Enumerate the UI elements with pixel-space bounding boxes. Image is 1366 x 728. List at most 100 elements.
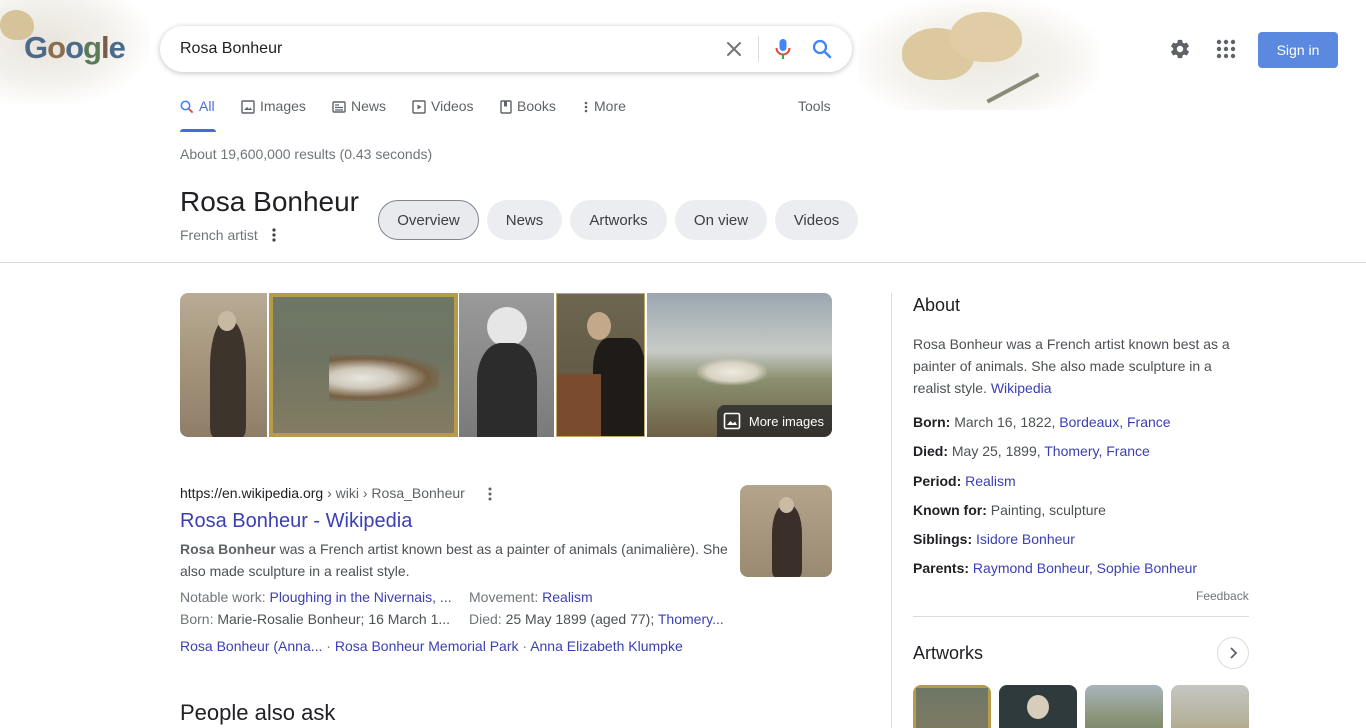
tab-books[interactable]: Books <box>500 98 556 132</box>
fact-parents: Parents: Raymond Bonheur, Sophie Bonheur <box>913 560 1197 576</box>
artworks-heading: Artworks <box>913 643 984 663</box>
artwork-thumbnail[interactable] <box>999 685 1077 728</box>
more-images-button[interactable]: More images <box>716 405 832 437</box>
more-vertical-icon <box>584 101 588 113</box>
fact-value: Painting, sculpture <box>986 502 1106 518</box>
tab-images[interactable]: Images <box>241 98 306 132</box>
fact-label: Died: <box>469 611 506 627</box>
portrait-face <box>1027 695 1049 719</box>
about-heading: About <box>913 295 961 315</box>
portrait-hair <box>487 307 527 347</box>
sign-in-button[interactable]: Sign in <box>1258 32 1338 68</box>
pencil-illustration <box>986 72 1040 104</box>
image-thumbnail[interactable] <box>459 293 554 437</box>
search-icon[interactable] <box>810 37 834 61</box>
chip-artworks[interactable]: Artworks <box>570 200 667 240</box>
fact-label: Siblings: <box>913 531 973 547</box>
wikipedia-link[interactable]: Wikipedia <box>991 380 1052 396</box>
separator: · <box>322 638 335 654</box>
apps-grid-icon[interactable] <box>1214 37 1238 61</box>
fact-label: Parents: <box>913 560 970 576</box>
died-place-link[interactable]: Thomery... <box>658 611 724 627</box>
tools-button[interactable]: Tools <box>798 98 831 132</box>
result-stats: About 19,600,000 results (0.43 seconds) <box>180 146 433 162</box>
parent-link[interactable]: Sophie Bonheur <box>1097 560 1197 576</box>
close-icon[interactable] <box>722 37 746 61</box>
entity-title: Rosa Bonheur <box>180 186 360 217</box>
settings-gear-icon[interactable] <box>1168 37 1192 61</box>
sitelinks: Rosa Bonheur (Anna... · Rosa Bonheur Mem… <box>180 638 683 654</box>
fact-movement: Movement: Realism <box>469 589 593 605</box>
fact-died: Died: May 25, 1899, Thomery, France <box>913 443 1150 459</box>
tab-label: Images <box>260 98 306 114</box>
artwork-thumbnail[interactable] <box>1171 685 1249 728</box>
separator: · <box>518 638 531 654</box>
fact-notable-work: Notable work: Ploughing in the Nivernais… <box>180 589 458 605</box>
more-options-icon[interactable] <box>482 485 498 503</box>
image-icon <box>241 100 255 114</box>
google-doodle-logo[interactable]: Google <box>24 30 126 66</box>
more-images-label: More images <box>748 413 824 429</box>
sitelink[interactable]: Rosa Bonheur Memorial Park <box>335 638 519 654</box>
image-thumbnail[interactable] <box>269 293 458 437</box>
microphone-icon[interactable] <box>771 37 795 61</box>
notable-work-link[interactable]: Ploughing in the Nivernais, ... <box>269 589 451 605</box>
fact-label: Born: <box>913 414 951 430</box>
chip-overview[interactable]: Overview <box>378 200 479 240</box>
more-options-icon[interactable] <box>266 226 282 244</box>
horses-detail <box>329 355 439 401</box>
tab-all[interactable]: All <box>180 98 216 132</box>
period-link[interactable]: Realism <box>965 473 1016 489</box>
chip-on-view[interactable]: On view <box>675 200 767 240</box>
fact-born: Born: March 16, 1822, Bordeaux, France <box>913 414 1171 430</box>
search-icon <box>180 100 194 114</box>
deathplace-link[interactable]: Thomery, France <box>1044 443 1150 459</box>
result-url[interactable]: https://en.wikipedia.org › wiki › Rosa_B… <box>180 485 465 501</box>
artwork-thumbnail[interactable] <box>1085 685 1163 728</box>
image-thumbnail[interactable] <box>556 293 645 437</box>
fact-siblings: Siblings: Isidore Bonheur <box>913 531 1075 547</box>
birthplace-link[interactable]: Bordeaux, France <box>1059 414 1170 430</box>
chip-videos[interactable]: Videos <box>775 200 858 240</box>
chip-news[interactable]: News <box>487 200 562 240</box>
feedback-link[interactable]: Feedback <box>1196 589 1249 603</box>
sitelink[interactable]: Rosa Bonheur (Anna... <box>180 638 322 654</box>
parent-link[interactable]: Raymond Bonheur <box>973 560 1089 576</box>
bull-detail <box>557 374 601 436</box>
tab-more[interactable]: More <box>583 98 626 132</box>
movement-link[interactable]: Realism <box>542 589 593 605</box>
portrait-figure <box>477 343 537 437</box>
portrait-figure <box>772 505 802 577</box>
result-domain: https://en.wikipedia.org <box>180 485 324 501</box>
fact-value: Marie-Rosalie Bonheur; 16 March 1... <box>217 611 451 627</box>
artwork-thumbnail[interactable] <box>913 685 991 728</box>
fact-born: Born: Marie-Rosalie Bonheur; 16 March 1.… <box>180 611 458 627</box>
tab-label: More <box>594 98 626 114</box>
tab-label: Books <box>517 98 556 114</box>
tab-news[interactable]: News <box>332 98 386 132</box>
search-input[interactable] <box>180 26 700 72</box>
tab-videos[interactable]: Videos <box>412 98 474 132</box>
fact-label: Notable work: <box>180 589 270 605</box>
fact-label: Period: <box>913 473 962 489</box>
description-text: Rosa Bonheur was a French artist known b… <box>913 336 1230 396</box>
image-icon <box>723 412 741 430</box>
image-thumbnail[interactable] <box>180 293 267 437</box>
fact-known-for: Known for: Painting, sculpture <box>913 502 1106 518</box>
sibling-link[interactable]: Isidore Bonheur <box>976 531 1075 547</box>
sitelink[interactable]: Anna Elizabeth Klumpke <box>530 638 683 654</box>
image-strip: More images <box>180 293 832 437</box>
fact-value: May 25, 1899, <box>948 443 1045 459</box>
newspaper-icon <box>332 101 346 113</box>
chevron-right-icon[interactable] <box>1217 637 1249 669</box>
result-title-link[interactable]: Rosa Bonheur - Wikipedia <box>180 510 412 533</box>
fact-period: Period: Realism <box>913 473 1016 489</box>
tab-label: All <box>199 98 215 114</box>
result-snippet: Rosa Bonheur was a French artist known b… <box>180 538 732 582</box>
people-also-ask-heading: People also ask <box>180 700 336 725</box>
result-thumbnail[interactable] <box>740 485 832 577</box>
search-divider <box>758 36 759 62</box>
panel-divider <box>913 616 1249 617</box>
parent-separator: , <box>1088 560 1097 576</box>
portrait-face <box>218 311 236 331</box>
